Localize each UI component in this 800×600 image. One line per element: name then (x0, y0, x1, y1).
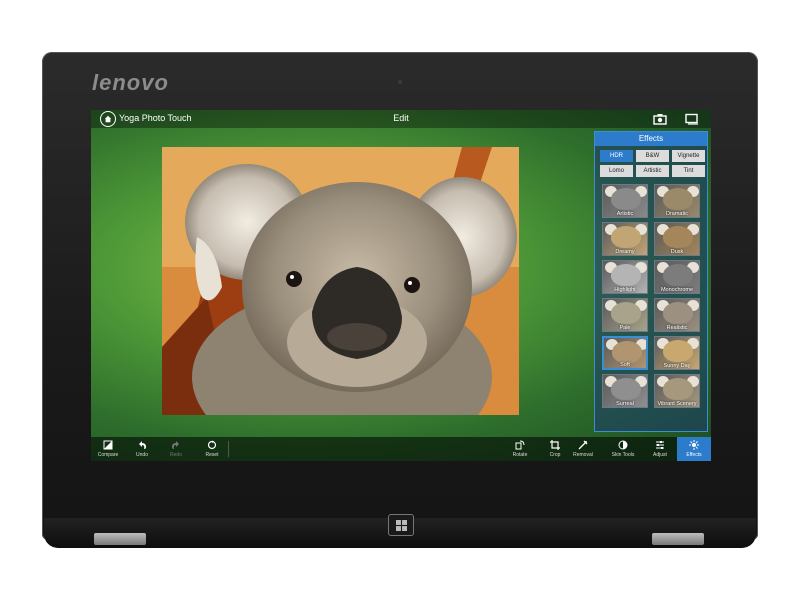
effect-preset-label: Dramatic (665, 211, 688, 217)
toolbar-button-label: Rotate (512, 452, 528, 458)
windows-button[interactable] (388, 514, 414, 536)
preset-thumbnail-koala (611, 226, 641, 248)
skin-tools-button[interactable]: Skin Tools (606, 437, 640, 461)
effect-preset-monochrome[interactable]: Monochrome (654, 260, 700, 294)
mode-title: Edit (393, 113, 409, 123)
removal-icon (578, 440, 588, 450)
preset-thumbnail-koala (663, 302, 693, 324)
effect-preset-label: Dreamy (615, 249, 635, 255)
preset-thumbnail-koala (611, 188, 641, 210)
windows-logo-icon (395, 519, 407, 531)
skin-tools-icon (618, 440, 628, 450)
effect-preset-label: Surreal (616, 401, 634, 407)
toolbar-button-label: Removal (573, 452, 593, 458)
effect-preset-label: Highlight (614, 287, 636, 293)
effects-tab-lomo[interactable]: Lomo (600, 165, 633, 177)
effect-preset-surreal[interactable]: Surreal (602, 374, 648, 408)
preset-thumbnail-koala (611, 378, 641, 400)
app-title: Yoga Photo Touch (119, 113, 192, 123)
effect-preset-label: Sunny Day (663, 363, 691, 369)
effects-tabs: HDR B&W Vignette Lomo Artistic Tint (595, 146, 707, 177)
effect-preset-dreamy[interactable]: Dreamy (602, 222, 648, 256)
adjust-icon (656, 441, 664, 449)
effect-preset-sunny-day[interactable]: Sunny Day (654, 336, 700, 370)
effect-preset-artistic[interactable]: Artistic (602, 184, 648, 218)
effect-preset-label: Dusk (670, 249, 684, 255)
brand-logo: lenovo (92, 70, 169, 95)
app-top-bar: Yoga Photo Touch Edit (91, 110, 711, 128)
preset-thumbnail-koala (663, 188, 693, 210)
effect-preset-label: Soft (620, 362, 630, 368)
undo-icon (139, 441, 146, 449)
effect-preset-label: Artistic (616, 211, 634, 217)
effects-preset-grid: Artistic Dramatic Dreamy Dusk Highlight Monoc… (595, 177, 707, 408)
slideshow-button[interactable] (685, 112, 699, 125)
crop-icon (550, 440, 560, 450)
reset-button[interactable]: Reset (195, 437, 229, 461)
effect-preset-label: Monochrome (660, 287, 694, 293)
compare-button[interactable]: Compare (91, 437, 125, 461)
effects-panel-header: Effects (595, 132, 707, 146)
effects-tab-vignette[interactable]: Vignette (672, 150, 705, 162)
effect-preset-label: Vibrant Scenery (657, 401, 697, 407)
koala-image (162, 147, 519, 415)
preset-thumbnail-koala (663, 378, 693, 400)
effects-icon (689, 440, 699, 450)
redo-icon (172, 441, 179, 449)
home-button[interactable] (100, 111, 116, 127)
effects-tab-artistic[interactable]: Artistic (636, 165, 669, 177)
toolbar-button-label: Effects (686, 452, 702, 458)
left-hinge (94, 533, 146, 545)
preset-thumbnail-koala (663, 264, 693, 286)
toolbar-button-label: Undo (136, 452, 148, 458)
toolbar-button-label: Adjust (653, 452, 667, 458)
preset-thumbnail-koala (611, 302, 641, 324)
home-icon (104, 115, 112, 123)
camera-button[interactable] (653, 112, 667, 125)
effect-preset-vibrant-scenery[interactable]: Vibrant Scenery (654, 374, 700, 408)
koala-photo[interactable] (162, 147, 519, 415)
camera-icon (653, 114, 667, 125)
effect-preset-label: Realistic (666, 325, 688, 331)
toolbar-button-label: Skin Tools (611, 452, 635, 458)
preset-thumbnail-koala (663, 226, 693, 248)
webcam (398, 80, 402, 84)
effect-preset-highlight[interactable]: Highlight (602, 260, 648, 294)
rotate-icon (515, 440, 525, 450)
effect-preset-realistic[interactable]: Realistic (654, 298, 700, 332)
bottom-toolbar: Compare Undo Redo Reset Rotate Crop Removal Ski… (91, 437, 711, 461)
toolbar-button-label: Crop (549, 452, 561, 458)
app-screen: Yoga Photo Touch Edit Effects HDR B&W Vi… (91, 110, 711, 461)
preset-thumbnail-koala (612, 341, 642, 363)
effect-preset-dramatic[interactable]: Dramatic (654, 184, 700, 218)
toolbar-button-label: Redo (170, 452, 182, 458)
compare-icon (103, 440, 113, 450)
effects-panel: Effects HDR B&W Vignette Lomo Artistic Tint A… (594, 131, 708, 432)
undo-button[interactable]: Undo (125, 437, 159, 461)
effects-button[interactable]: Effects (677, 437, 711, 461)
effect-preset-dusk[interactable]: Dusk (654, 222, 700, 256)
redo-button[interactable]: Redo (159, 437, 193, 461)
right-hinge (652, 533, 704, 545)
preset-thumbnail-koala (663, 340, 693, 362)
adjust-button[interactable]: Adjust (643, 437, 677, 461)
rotate-button[interactable]: Rotate (503, 437, 537, 461)
effects-tab-tint[interactable]: Tint (672, 165, 705, 177)
toolbar-button-label: Reset (205, 452, 219, 458)
effects-tab-hdr[interactable]: HDR (600, 150, 633, 162)
reset-icon (207, 440, 217, 450)
effect-preset-label: Pale (619, 325, 631, 331)
removal-button[interactable]: Removal (566, 437, 600, 461)
effect-preset-soft[interactable]: Soft (602, 336, 648, 370)
slideshow-icon (685, 113, 698, 125)
toolbar-button-label: Compare (97, 452, 119, 458)
preset-thumbnail-koala (611, 264, 641, 286)
effects-tab-b-w[interactable]: B&W (636, 150, 669, 162)
effect-preset-pale[interactable]: Pale (602, 298, 648, 332)
